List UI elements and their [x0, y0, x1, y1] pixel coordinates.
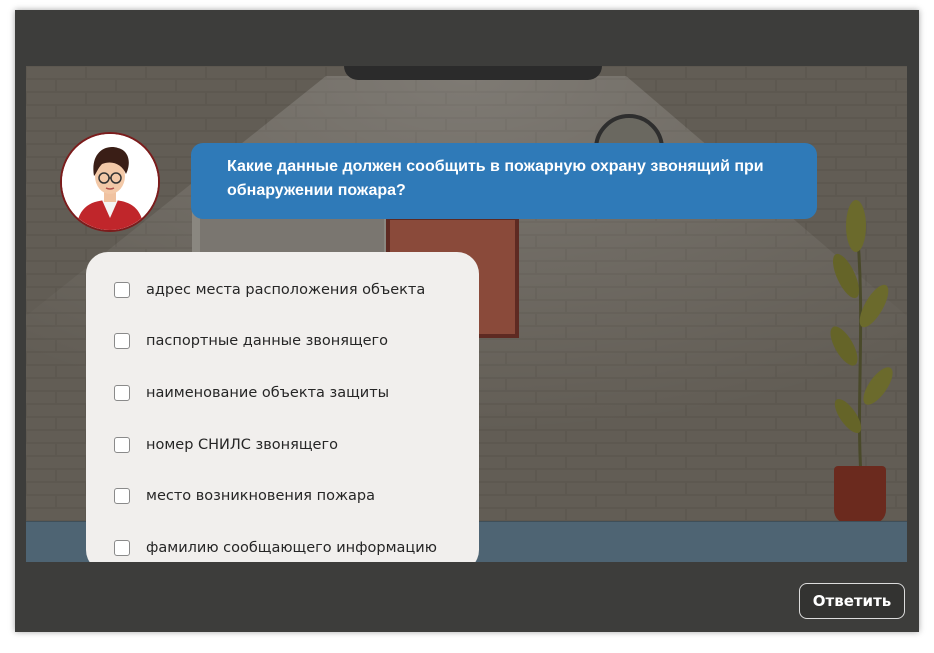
scene: Какие данные должен сообщить в пожарную …: [26, 66, 907, 562]
presenter-avatar-icon: [60, 132, 160, 232]
checkbox-icon[interactable]: [114, 333, 130, 350]
option-label: место возникновения пожара: [146, 488, 375, 505]
option-label: адрес места расположения объекта: [146, 281, 426, 298]
option-label: фамилию сообщающего информацию: [146, 539, 437, 556]
plant-icon: [830, 200, 893, 476]
question-bubble: Какие данные должен сообщить в пожарную …: [191, 143, 817, 219]
checkbox-icon[interactable]: [114, 539, 130, 556]
option-3[interactable]: наименование объекта защиты: [114, 367, 479, 419]
checkbox-icon[interactable]: [114, 488, 130, 505]
submit-button[interactable]: Ответить: [799, 583, 905, 619]
option-1[interactable]: адрес места расположения объекта: [114, 264, 479, 316]
option-label: номер СНИЛС звонящего: [146, 436, 338, 453]
ceiling-lamp-icon: [344, 66, 602, 80]
checkbox-icon[interactable]: [114, 384, 130, 401]
option-2[interactable]: паспортные данные звонящего: [114, 316, 479, 368]
quiz-player: Какие данные должен сообщить в пожарную …: [15, 10, 919, 632]
option-label: наименование объекта защиты: [146, 384, 390, 401]
question-text: Какие данные должен сообщить в пожарную …: [227, 158, 764, 199]
option-4[interactable]: номер СНИЛС звонящего: [114, 419, 479, 471]
plant-pot-icon: [834, 466, 886, 524]
checkbox-icon[interactable]: [114, 436, 130, 453]
checkbox-icon[interactable]: [114, 281, 130, 298]
option-label: паспортные данные звонящего: [146, 333, 389, 350]
option-6[interactable]: фамилию сообщающего информацию: [114, 522, 479, 562]
option-5[interactable]: место возникновения пожара: [114, 470, 479, 522]
answer-options-panel: адрес места расположения объекта паспорт…: [86, 252, 479, 562]
